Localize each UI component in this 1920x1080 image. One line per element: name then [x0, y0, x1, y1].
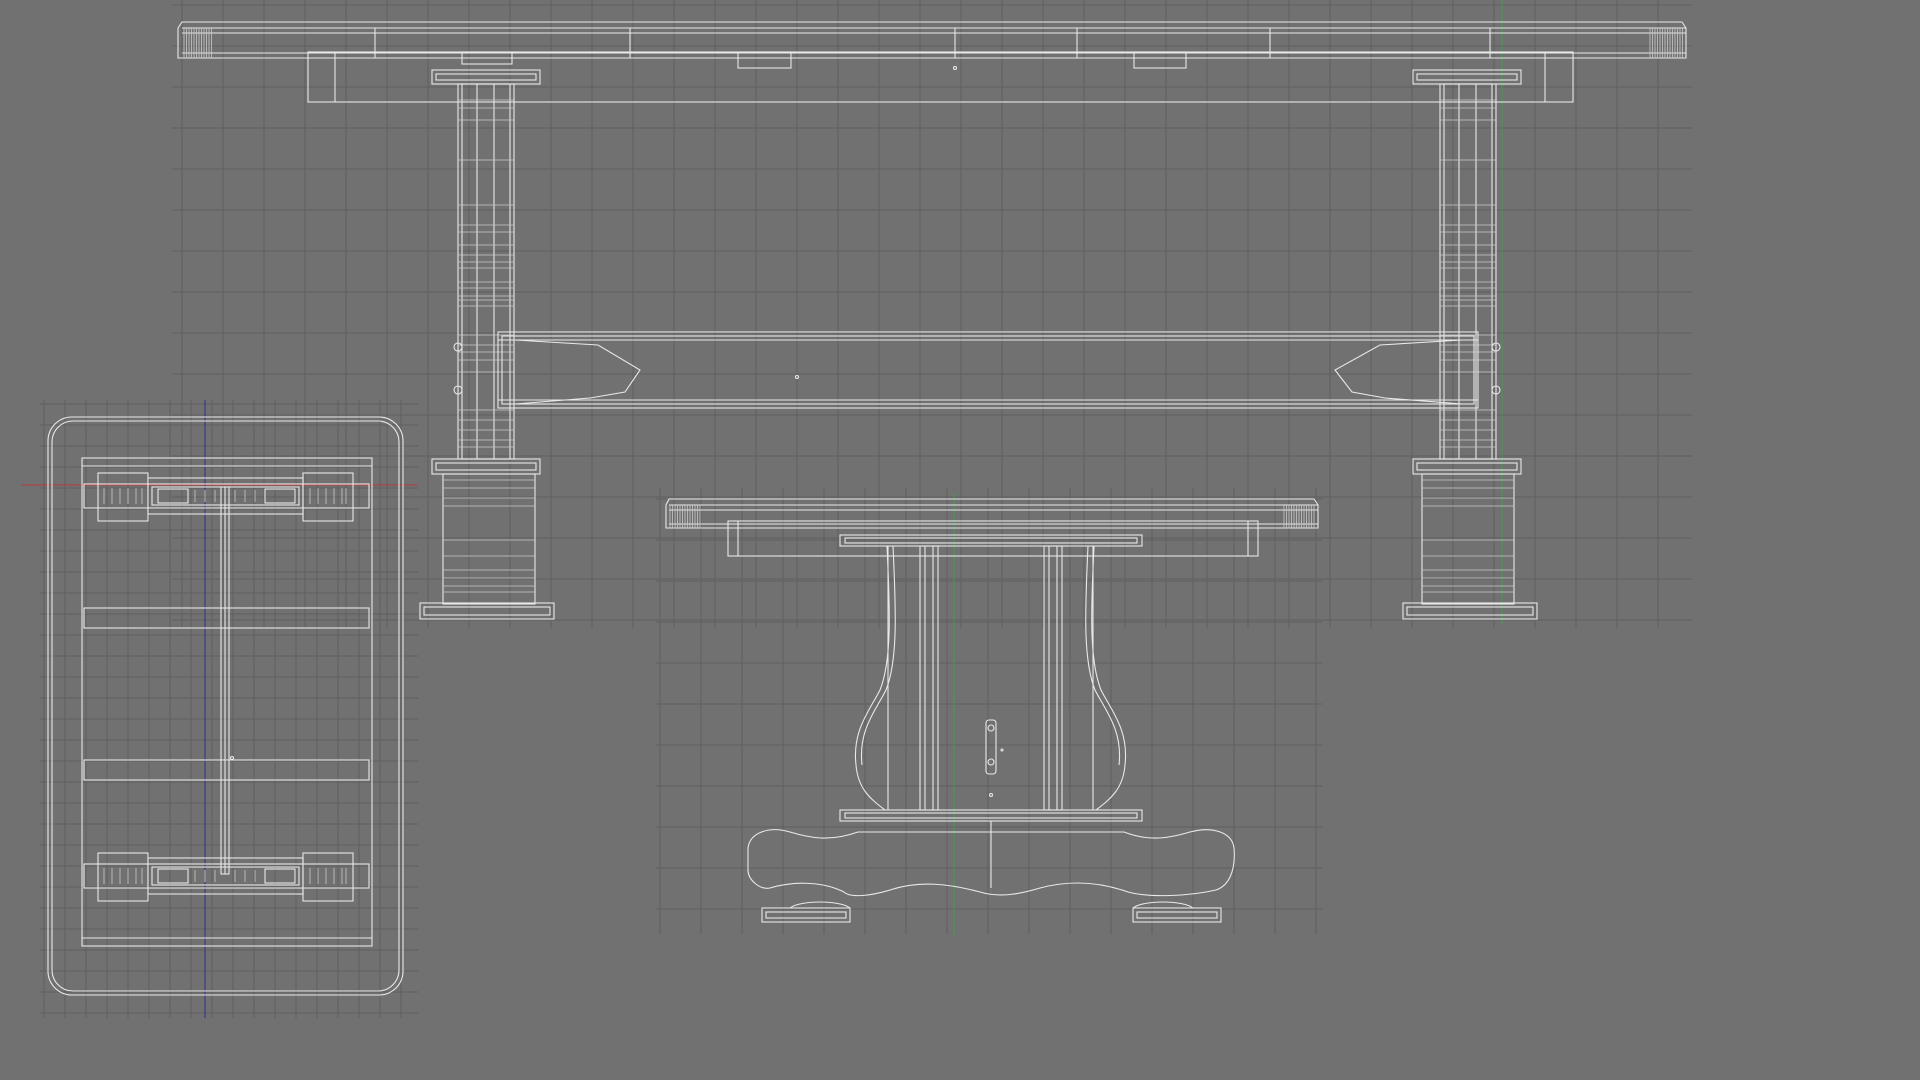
wireframe-viewport[interactable]: .wire rect,.wire polygon,.wire path,.wir…	[0, 0, 1920, 1080]
cad-viewport-canvas[interactable]: .wire rect,.wire polygon,.wire path,.wir…	[0, 0, 1920, 1080]
